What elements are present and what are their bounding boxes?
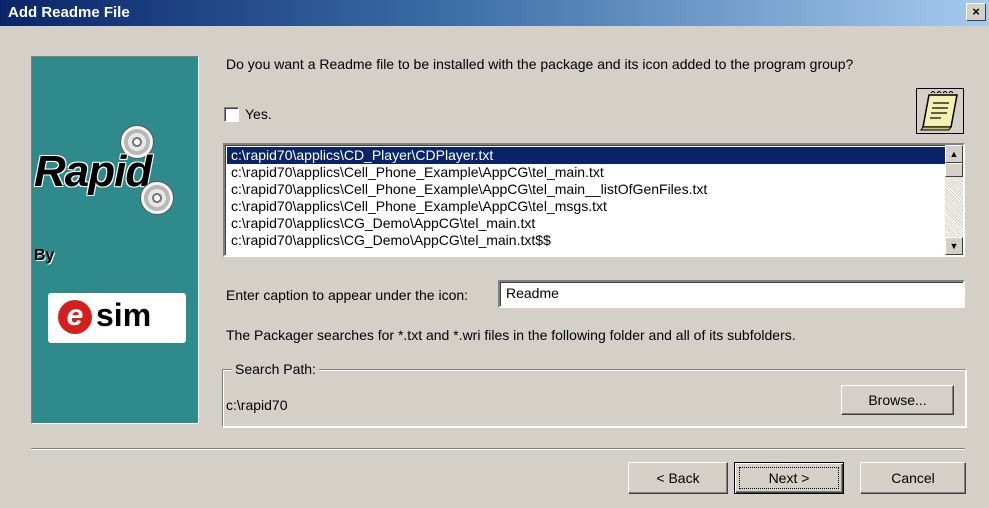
esim-logo: e sim xyxy=(48,293,186,343)
back-button[interactable]: < Back xyxy=(628,462,728,494)
packager-note: The Packager searches for *.txt and *.wr… xyxy=(226,327,796,343)
rapid-logo-text: Rapid xyxy=(34,147,152,196)
question-text: Do you want a Readme file to be installe… xyxy=(226,56,854,72)
cancel-button-label: Cancel xyxy=(891,470,935,486)
file-list-item[interactable]: c:\rapid70\applics\Cell_Phone_Example\Ap… xyxy=(227,164,945,181)
file-list-item[interactable]: c:\rapid70\applics\Cell_Phone_Example\Ap… xyxy=(227,181,945,198)
back-button-label: < Back xyxy=(656,470,700,486)
caption-input[interactable]: Readme xyxy=(498,280,965,308)
browse-button[interactable]: Browse... xyxy=(841,385,954,415)
scroll-up-button[interactable]: ▲ xyxy=(945,145,963,163)
esim-logo-e: e xyxy=(58,300,92,334)
file-list-item[interactable]: c:\rapid70\applics\CG_Demo\AppCG\tel_mai… xyxy=(227,215,945,232)
focus-indicator xyxy=(739,467,839,489)
search-path-label: Search Path: xyxy=(232,361,319,377)
scroll-thumb[interactable] xyxy=(945,163,963,177)
branding-panel: Rapid By e sim xyxy=(31,56,199,424)
separator xyxy=(31,448,965,450)
file-list-item[interactable]: c:\rapid70\applics\CD_Player\CDPlayer.tx… xyxy=(227,147,945,164)
readme-checkbox-label: Yes. xyxy=(245,106,272,122)
cancel-button[interactable]: Cancel xyxy=(860,462,966,494)
file-list-scrollbar[interactable]: ▲ ▼ xyxy=(945,145,963,255)
file-list-items: c:\rapid70\applics\CD_Player\CDPlayer.tx… xyxy=(227,147,945,249)
next-button[interactable]: Next > xyxy=(734,462,844,494)
file-list-item[interactable]: c:\rapid70\applics\Cell_Phone_Example\Ap… xyxy=(227,198,945,215)
by-label: By xyxy=(34,247,55,264)
readme-checkbox[interactable] xyxy=(224,106,239,122)
file-list-item[interactable]: c:\rapid70\applics\CG_Demo\AppCG\tel_mai… xyxy=(227,232,945,249)
close-button[interactable]: × xyxy=(966,3,986,21)
notepad-icon xyxy=(916,88,964,134)
search-path-value: c:\rapid70 xyxy=(226,397,288,413)
caption-label: Enter caption to appear under the icon: xyxy=(226,287,469,303)
title-bar: Add Readme File × xyxy=(0,0,989,26)
window-title: Add Readme File xyxy=(8,4,130,21)
browse-button-label: Browse... xyxy=(868,392,927,408)
readme-file-list[interactable]: c:\rapid70\applics\CD_Player\CDPlayer.tx… xyxy=(223,143,965,257)
esim-logo-sim: sim xyxy=(96,297,152,333)
cd-disc-icon xyxy=(140,181,174,215)
scroll-down-button[interactable]: ▼ xyxy=(945,237,963,255)
readme-checkbox-row[interactable]: Yes. xyxy=(224,106,272,122)
